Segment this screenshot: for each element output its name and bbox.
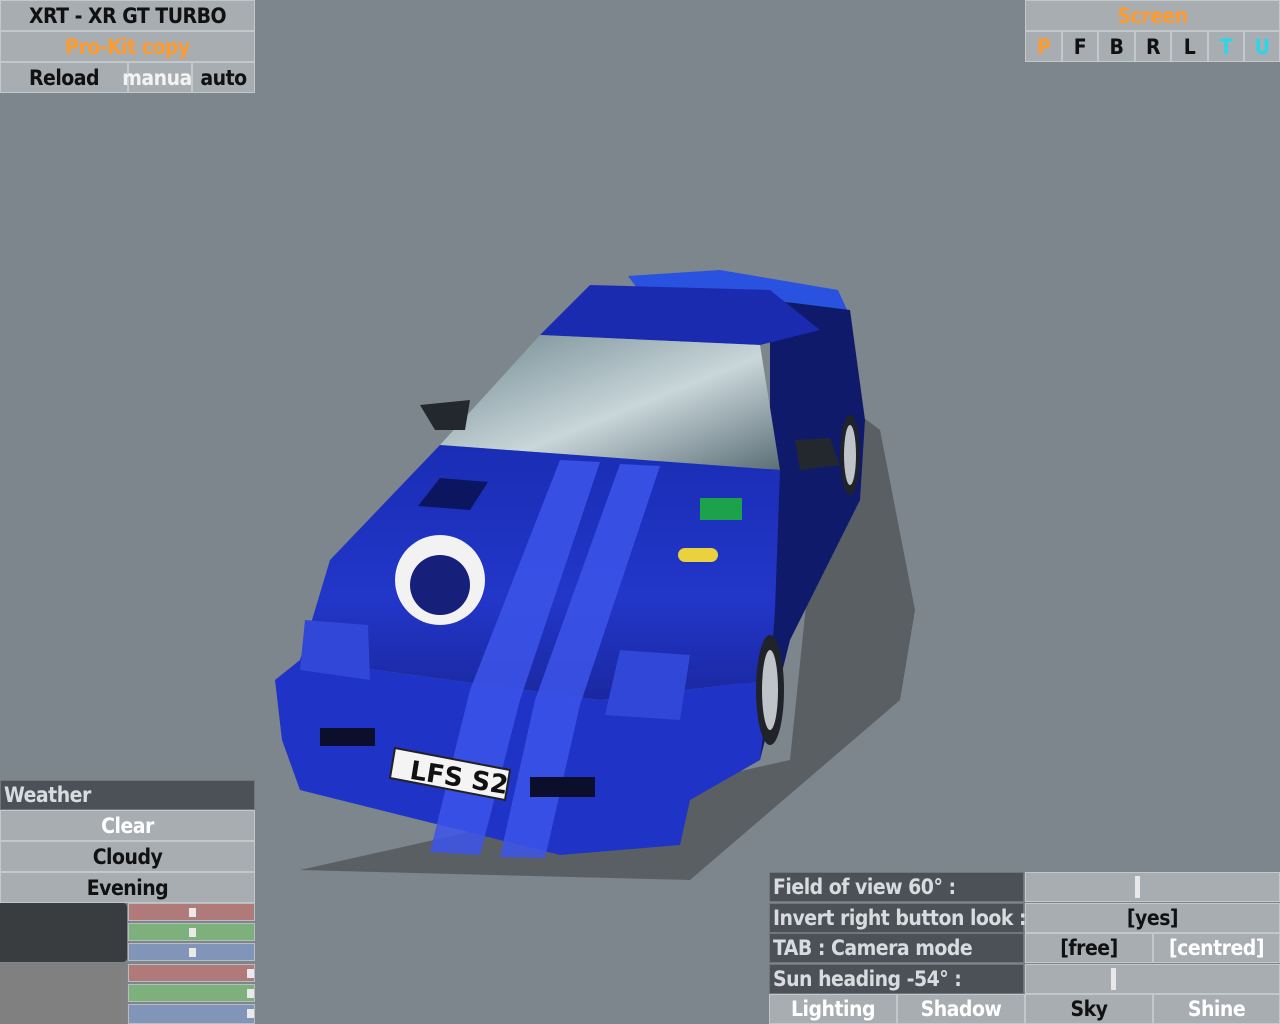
light-blue-slider[interactable] [128,1004,255,1024]
tab-sky[interactable]: Sky [1025,994,1153,1024]
light-color-swatch [0,963,127,1024]
slider-knob[interactable] [247,969,254,978]
screen-t-button[interactable]: T [1208,31,1244,62]
sun-heading-slider-knob[interactable] [1111,968,1116,990]
invert-look-toggle[interactable]: [yes] [1025,903,1280,933]
camera-centred-button[interactable]: [centred] [1153,933,1280,963]
fog-light-left [320,728,375,746]
ambient-color-swatch [0,903,127,962]
mirror-left [420,400,470,430]
auto-button[interactable]: auto [192,62,255,93]
light-red-slider[interactable] [128,964,255,982]
light-green-slider[interactable] [128,984,255,1002]
camera-free-button[interactable]: [free] [1025,933,1153,963]
invert-look-label: Invert right button look : [769,903,1027,933]
weather-cloudy-button[interactable]: Cloudy [0,841,255,872]
screen-l-button[interactable]: L [1171,31,1208,62]
car-title: XRT - XR GT TURBO [0,0,255,31]
sponsor-spax [678,548,718,562]
fog-light-right [530,777,595,797]
fov-label: Field of view 60° : [769,872,1024,902]
sun-heading-label: Sun heading -54° : [769,964,1024,994]
tab-shine[interactable]: Shine [1153,994,1280,1024]
screen-r-button[interactable]: R [1135,31,1171,62]
screen-f-button[interactable]: F [1062,31,1098,62]
manual-button[interactable]: manual [122,62,198,93]
reload-button[interactable]: Reload [0,62,128,93]
tab-shadow[interactable]: Shadow [897,994,1025,1024]
headlight-right [605,650,690,720]
tab-lighting[interactable]: Lighting [769,994,897,1024]
weather-header: Weather [0,780,255,810]
fov-slider-knob[interactable] [1135,876,1140,898]
screen-b-button[interactable]: B [1098,31,1135,62]
ambient-green-slider[interactable] [128,923,255,941]
slider-knob[interactable] [189,948,196,957]
slider-knob[interactable] [247,1009,254,1018]
screen-u-button[interactable]: U [1244,31,1280,62]
weather-evening-button[interactable]: Evening [0,872,255,903]
slider-knob[interactable] [189,928,196,937]
ambient-red-slider[interactable] [128,903,255,921]
slider-knob[interactable] [189,908,196,917]
skin-name[interactable]: Pro-Kit copy [0,31,255,62]
weather-clear-button[interactable]: Clear [0,810,255,841]
headlight-left [300,620,370,680]
fov-slider[interactable] [1025,872,1280,902]
ambient-blue-slider[interactable] [128,943,255,961]
sun-heading-slider[interactable] [1025,964,1280,994]
sponsor-castrol [700,498,742,520]
screen-title[interactable]: Screen [1025,0,1280,31]
screen-p-button[interactable]: P [1025,31,1062,62]
slider-knob[interactable] [247,989,254,998]
camera-mode-label: TAB : Camera mode [769,933,1024,963]
